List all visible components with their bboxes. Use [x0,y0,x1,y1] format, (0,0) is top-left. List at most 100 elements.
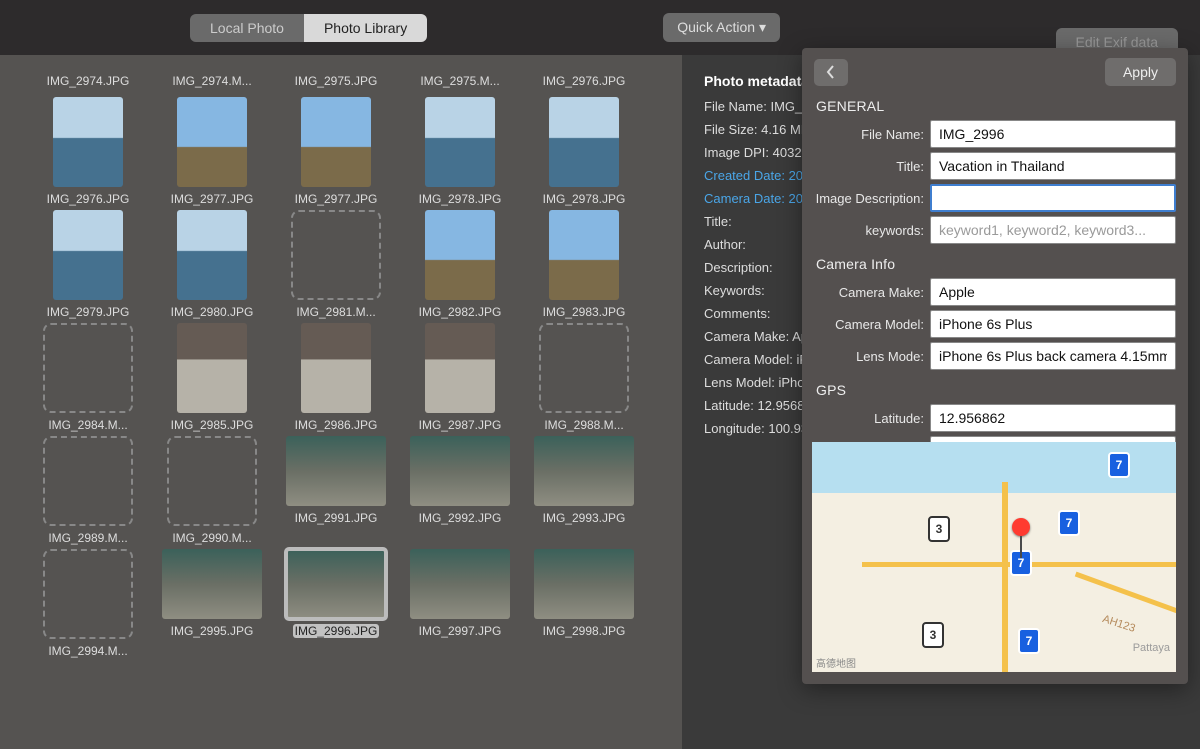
meta-keywords-label: Keywords: [704,283,765,298]
thumbnail-caption: IMG_2986.JPG [295,418,378,432]
route-shield-3b: 3 [928,516,950,542]
thumbnail-caption: IMG_2978.JPG [419,192,502,206]
thumbnail-cell[interactable]: IMG_2978.JPG [524,97,644,206]
input-filename[interactable] [930,120,1176,148]
thumbnail-cell[interactable]: IMG_2987.JPG [400,323,520,432]
thumbnail-image [425,97,495,187]
thumbnail-caption: IMG_2975.JPG [295,74,378,88]
thumbnail-image [549,210,619,300]
route-shield-7d: 7 [1018,628,1040,654]
toolbar: Local Photo Photo Library Quick Action ▾… [0,0,1200,55]
placeholder-icon [167,436,257,526]
thumbnail-caption: IMG_2979.JPG [47,305,130,319]
section-gps: GPS [816,382,1176,398]
tab-local-photo[interactable]: Local Photo [190,14,304,42]
input-lens[interactable] [930,342,1176,370]
thumbnail-image [534,436,634,506]
section-camera: Camera Info [816,256,1176,272]
thumbnail-caption: IMG_2974.M... [172,74,251,88]
thumbnail-caption: IMG_2980.JPG [171,305,254,319]
thumbnail-image [53,97,123,187]
thumbnail-cell[interactable]: IMG_2979.JPG [28,210,148,319]
thumbnail-cell[interactable]: IMG_2980.JPG [152,210,272,319]
source-tabs: Local Photo Photo Library [190,14,427,42]
thumbnail-cell[interactable]: IMG_2981.M... [276,210,396,319]
thumbnail-cell[interactable]: IMG_2989.M... [28,436,148,545]
thumbnail-cell[interactable]: IMG_2996.JPG [276,549,396,658]
thumbnail-caption: IMG_2977.JPG [295,192,378,206]
meta-filesize-label: File Size: [704,122,757,137]
thumbnail-cell[interactable]: IMG_2977.JPG [276,97,396,206]
thumbnail-cell[interactable]: IMG_2992.JPG [400,436,520,545]
meta-cameradate-label[interactable]: Camera Date: [704,191,785,206]
thumbnail-caption: IMG_2998.JPG [543,624,626,638]
thumbnail-image [549,97,619,187]
tab-photo-library[interactable]: Photo Library [304,14,427,42]
input-model[interactable] [930,310,1176,338]
thumbnail-caption: IMG_2977.JPG [171,192,254,206]
map-view[interactable]: 7 7 7 7 3 3 AH123 Pattaya 高德地图 [812,442,1176,672]
thumbnail-cell[interactable]: IMG_2986.JPG [276,323,396,432]
thumbnail-caption: IMG_2987.JPG [419,418,502,432]
input-keywords[interactable] [930,216,1176,244]
quick-action-button[interactable]: Quick Action ▾ [663,13,780,42]
thumbnail-image [301,323,371,413]
label-lat: Latitude: [814,411,924,426]
thumbnail-caption: IMG_2976.JPG [47,192,130,206]
thumbnail-cell[interactable]: IMG_2985.JPG [152,323,272,432]
input-make[interactable] [930,278,1176,306]
grid-caption-row0: IMG_2974.JPG [28,69,148,93]
meta-title-label: Title: [704,214,732,229]
thumbnail-image [534,549,634,619]
thumbnail-image [425,323,495,413]
thumbnail-cell[interactable]: IMG_2976.JPG [28,97,148,206]
label-title: Title: [814,159,924,174]
thumbnail-caption: IMG_2978.JPG [543,192,626,206]
thumbnail-cell[interactable]: IMG_2994.M... [28,549,148,658]
meta-lens-label: Lens Model: [704,375,775,390]
label-lens: Lens Mode: [814,349,924,364]
chevron-left-icon [826,65,836,79]
grid-caption-row0: IMG_2974.M... [152,69,272,93]
thumbnail-cell[interactable]: IMG_2984.M... [28,323,148,432]
label-model: Camera Model: [814,317,924,332]
placeholder-icon [539,323,629,413]
thumbnail-image [286,436,386,506]
section-general: GENERAL [816,98,1176,114]
route-shield-7a: 7 [1108,452,1130,478]
meta-author-label: Author: [704,237,746,252]
thumbnail-caption: IMG_2995.JPG [171,624,254,638]
thumbnail-cell[interactable]: IMG_2977.JPG [152,97,272,206]
input-title[interactable] [930,152,1176,180]
back-button[interactable] [814,59,848,86]
thumbnail-cell[interactable]: IMG_2991.JPG [276,436,396,545]
thumbnail-cell[interactable]: IMG_2993.JPG [524,436,644,545]
apply-button[interactable]: Apply [1105,58,1176,86]
thumbnail-image [177,97,247,187]
thumbnail-caption: IMG_2990.M... [172,531,251,545]
thumbnail-cell[interactable]: IMG_2995.JPG [152,549,272,658]
grid-caption-row0: IMG_2975.M... [400,69,520,93]
thumbnail-cell[interactable]: IMG_2998.JPG [524,549,644,658]
grid-caption-row0: IMG_2975.JPG [276,69,396,93]
thumbnail-image [162,549,262,619]
thumbnail-cell[interactable]: IMG_2997.JPG [400,549,520,658]
thumbnail-cell[interactable]: IMG_2988.M... [524,323,644,432]
map-pin[interactable] [1012,518,1030,558]
label-keywords: keywords: [814,223,924,238]
thumbnail-image [301,97,371,187]
thumbnail-cell[interactable]: IMG_2978.JPG [400,97,520,206]
thumbnail-caption: IMG_2974.JPG [47,74,130,88]
input-lat[interactable] [930,404,1176,432]
thumbnail-cell[interactable]: IMG_2983.JPG [524,210,644,319]
thumbnail-caption: IMG_2996.JPG [293,624,380,638]
input-description[interactable] [930,184,1176,212]
thumbnail-caption: IMG_2983.JPG [543,305,626,319]
meta-created-label[interactable]: Created Date: [704,168,785,183]
thumbnail-image [425,210,495,300]
label-filename: File Name: [814,127,924,142]
thumbnail-cell[interactable]: IMG_2990.M... [152,436,272,545]
thumbnail-caption: IMG_2991.JPG [295,511,378,525]
thumbnail-caption: IMG_2992.JPG [419,511,502,525]
thumbnail-cell[interactable]: IMG_2982.JPG [400,210,520,319]
